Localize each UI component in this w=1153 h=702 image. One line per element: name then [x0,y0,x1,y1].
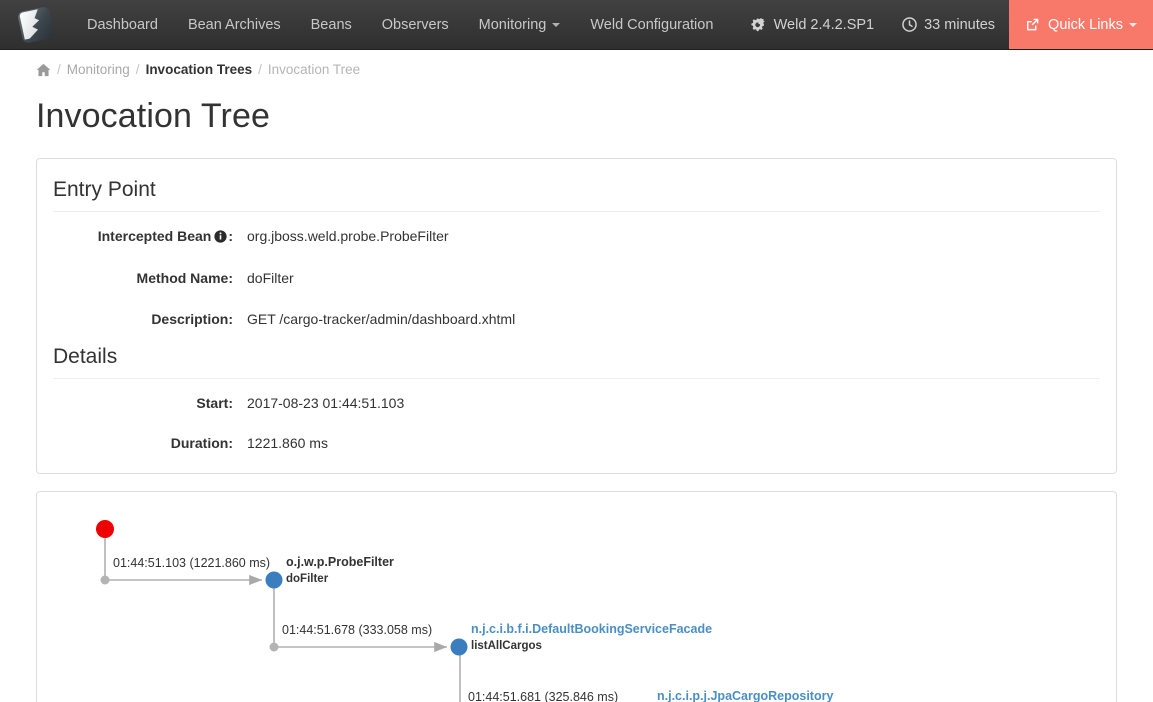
tree-edge-timing-label: 01:44:51.103 (1221.860 ms) [113,556,270,570]
field-row-start: Start: 2017-08-23 01:44:51.103 [53,393,1100,413]
tree-node-bean-name[interactable]: n.j.c.i.b.f.i.DefaultBookingServiceFacad… [471,622,712,636]
tree-edge-timing-label: 01:44:51.678 (333.058 ms) [282,623,432,637]
field-label-text: Intercepted Bean [98,228,212,244]
invocation-tree-panel: 01:44:51.103 (1221.860 ms) o.j.w.p.ProbeF… [36,491,1117,702]
entry-point-field-list: Intercepted Bean: org.jboss.weld.probe.P… [53,212,1100,329]
tree-edge-origin-dot [270,643,279,652]
tree-root-node[interactable] [96,520,114,538]
home-icon[interactable] [36,63,51,77]
weld-version-label: Weld 2.4.2.SP1 [774,17,875,33]
tree-node-method-name: listAllCargos [471,639,712,653]
nav-item-observers[interactable]: Observers [367,0,464,49]
field-value-intercepted-bean: org.jboss.weld.probe.ProbeFilter [247,226,449,246]
entry-point-heading: Entry Point [53,178,1100,212]
quick-links-button[interactable]: Quick Links [1009,0,1153,49]
breadcrumb-item-invocation-trees[interactable]: Invocation Trees [146,62,253,77]
uptime-indicator: 33 minutes [888,0,1009,49]
invocation-tree-panel-body: 01:44:51.103 (1221.860 ms) o.j.w.p.ProbeF… [37,492,1116,702]
field-label-text: Description [151,311,228,327]
weld-logo-icon [15,4,57,46]
field-value-method-name: doFilter [247,268,294,288]
nav-item-label: Bean Archives [188,17,281,33]
field-label-text: Duration [171,435,229,451]
field-label-start: Start: [53,393,233,413]
nav-item-label: Weld Configuration [590,17,713,33]
tree-invocation-node[interactable] [266,572,283,589]
field-label-colon: : [228,311,233,327]
details-heading: Details [53,345,1100,379]
tree-edge-origin-dot [101,576,110,585]
weld-version-indicator: Weld 2.4.2.SP1 [736,0,889,49]
nav-item-label: Monitoring [479,17,547,33]
navbar-right-section: Weld 2.4.2.SP1 33 minutes Quick Links [736,0,1153,49]
page-container: / Monitoring / Invocation Trees / Invoca… [0,50,1153,702]
invocation-tree-graph[interactable]: 01:44:51.103 (1221.860 ms) o.j.w.p.ProbeF… [53,507,1100,702]
tree-invocation-node[interactable] [451,639,468,656]
field-label-description: Description: [53,309,233,329]
field-row-description: Description: GET /cargo-tracker/admin/da… [53,309,1100,329]
top-navbar: Dashboard Bean Archives Beans Observers … [0,0,1153,50]
breadcrumb: / Monitoring / Invocation Trees / Invoca… [20,50,1133,87]
nav-item-label: Dashboard [87,17,158,33]
breadcrumb-separator: / [136,62,140,77]
chevron-down-icon [552,23,560,27]
tree-node-label: n.j.c.i.b.f.i.DefaultBookingServiceFacad… [471,622,712,653]
invocation-tree-edges [53,507,1113,702]
field-label-text: Method Name [137,270,229,286]
tree-node-bean-name[interactable]: n.j.c.i.p.j.JpaCargoRepository [657,689,833,702]
tree-node-label: n.j.c.i.p.j.JpaCargoRepositoryfindAll [657,689,833,702]
field-label-duration: Duration: [53,433,233,453]
clock-icon [902,17,917,32]
nav-item-weld-configuration[interactable]: Weld Configuration [575,0,728,49]
breadcrumb-separator: / [258,62,262,77]
nav-item-beans[interactable]: Beans [296,0,367,49]
field-value-start: 2017-08-23 01:44:51.103 [247,393,404,413]
field-row-duration: Duration: 1221.860 ms [53,433,1100,453]
field-label-colon: : [228,395,233,411]
breadcrumb-item-current: Invocation Tree [268,62,360,77]
page-title: Invocation Tree [36,97,1133,136]
nav-item-label: Beans [311,17,352,33]
quick-links-label: Quick Links [1048,17,1123,33]
nav-item-dashboard[interactable]: Dashboard [72,0,173,49]
gears-icon [750,17,767,33]
weld-brand-logo[interactable] [0,0,72,49]
info-circle-icon[interactable] [214,228,227,248]
breadcrumb-separator: / [57,62,61,77]
field-row-intercepted-bean: Intercepted Bean: org.jboss.weld.probe.P… [53,226,1100,248]
entry-point-panel-body: Entry Point Intercepted Bean: org.jboss.… [37,159,1116,473]
field-label-intercepted-bean: Intercepted Bean: [53,226,233,248]
field-label-colon: : [228,435,233,451]
field-value-duration: 1221.860 ms [247,433,328,453]
tree-node-bean-name: o.j.w.p.ProbeFilter [286,555,394,571]
field-label-text: Start [196,395,228,411]
details-field-list: Start: 2017-08-23 01:44:51.103 Duration:… [53,379,1100,454]
nav-item-monitoring[interactable]: Monitoring [464,0,576,49]
tree-node-method-name: doFilter [286,572,394,586]
field-label-method-name: Method Name: [53,268,233,288]
nav-item-bean-archives[interactable]: Bean Archives [173,0,296,49]
external-link-icon [1025,17,1040,32]
nav-item-label: Observers [382,17,449,33]
entry-point-panel: Entry Point Intercepted Bean: org.jboss.… [36,158,1117,474]
tree-node-label: o.j.w.p.ProbeFilterdoFilter [286,555,394,586]
field-label-colon: : [228,270,233,286]
chevron-down-icon [1129,23,1137,27]
tree-edge-timing-label: 01:44:51.681 (325.846 ms) [468,690,618,702]
field-value-description: GET /cargo-tracker/admin/dashboard.xhtml [247,309,515,329]
field-row-method-name: Method Name: doFilter [53,268,1100,288]
field-label-colon: : [228,228,233,244]
breadcrumb-item-monitoring[interactable]: Monitoring [67,62,130,77]
navbar-menu: Dashboard Bean Archives Beans Observers … [72,0,728,49]
uptime-label: 33 minutes [924,17,995,33]
